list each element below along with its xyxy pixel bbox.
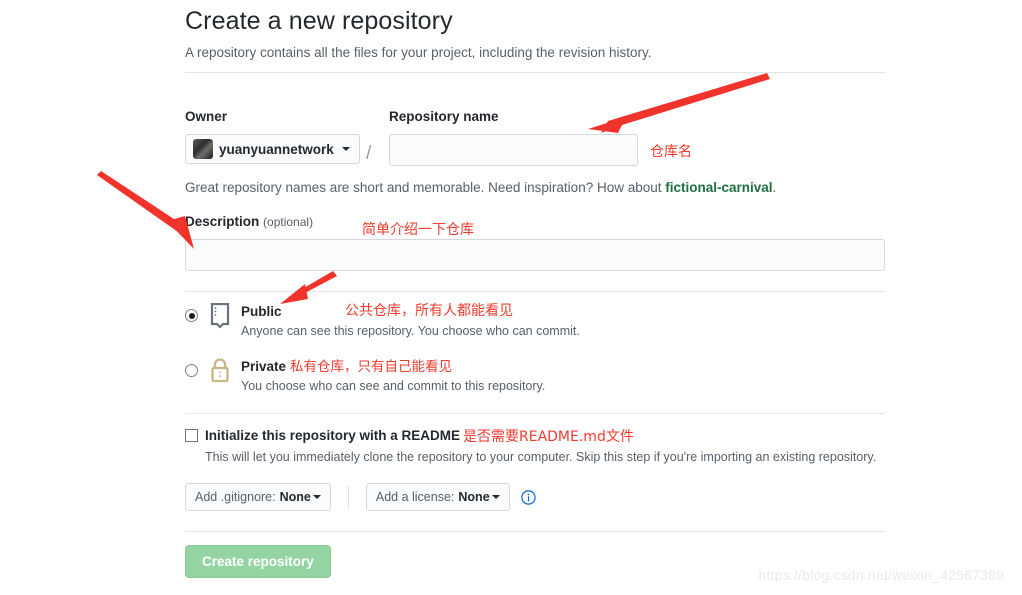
watermark: https://blog.csdn.net/weixin_42567389 (758, 567, 1004, 583)
gitignore-value: None (279, 490, 311, 504)
create-repository-button[interactable]: Create repository (185, 545, 331, 578)
owner-label: Owner (185, 109, 228, 124)
select-divider (347, 486, 349, 508)
visibility-public-body: Public Anyone can see this repository. Y… (241, 303, 885, 340)
page-subtitle: A repository contains all the files for … (185, 45, 652, 60)
radio-private[interactable] (185, 364, 198, 377)
arrow-to-description (97, 171, 194, 249)
annotation-public: 公共仓库，所有人都能看见 (345, 303, 513, 319)
owner-name-label: yuanyuannetwork (219, 141, 334, 157)
description-input[interactable] (185, 239, 885, 271)
description-label-text: Description (185, 214, 260, 229)
visibility-option-public[interactable]: Public Anyone can see this repository. Y… (185, 302, 885, 340)
repository-name-field-group: Repository name (389, 108, 638, 166)
license-value: None (458, 490, 490, 504)
divider-visibility (185, 413, 885, 414)
repo-icon (209, 302, 231, 331)
gitignore-dropdown[interactable]: Add .gitignore: None (185, 483, 331, 511)
owner-dropdown[interactable]: yuanyuannetwork (185, 134, 360, 164)
annotation-readme: 是否需要README.md文件 (463, 429, 634, 445)
description-label: Description (optional) (185, 214, 313, 229)
repository-name-hint: Great repository names are short and mem… (185, 178, 776, 198)
divider-actions (185, 531, 885, 532)
path-separator: / (366, 143, 372, 164)
license-dropdown[interactable]: Add a license: None (365, 483, 510, 511)
lock-icon (209, 358, 231, 386)
divider-description (185, 291, 885, 292)
annotation-private: 私有仓库，只有自己能看见 (290, 359, 452, 375)
avatar (193, 139, 213, 159)
radio-public[interactable] (185, 309, 198, 322)
readme-label[interactable]: Initialize this repository with a README (205, 427, 460, 445)
readme-checkbox[interactable] (185, 429, 198, 442)
repository-name-input[interactable] (389, 134, 638, 166)
hint-suffix-text: . (772, 180, 777, 195)
chevron-down-icon (491, 495, 500, 499)
readme-description: This will let you immediately clone the … (205, 450, 877, 464)
license-label: Add a license: (375, 490, 455, 504)
owner-field-group: Owner yuanyuannetwork (185, 108, 380, 164)
template-selects-row: Add .gitignore: None Add a license: None (185, 483, 536, 511)
info-icon[interactable] (520, 489, 536, 505)
page-title: Create a new repository (185, 7, 453, 35)
arrow-to-public-option (280, 271, 337, 304)
hint-prefix-text: Great repository names are short and mem… (185, 180, 666, 195)
suggested-name-link[interactable]: fictional-carnival (665, 180, 772, 195)
annotation-description: 简单介绍一下仓库 (362, 222, 474, 238)
chevron-down-icon (341, 147, 350, 151)
gitignore-label: Add .gitignore: (195, 490, 276, 504)
description-optional-text: (optional) (263, 215, 314, 229)
divider-header (185, 72, 885, 73)
visibility-public-description: Anyone can see this repository. You choo… (241, 324, 580, 338)
page-header-block: Create a new repository A repository con… (185, 0, 885, 63)
repository-name-label: Repository name (389, 109, 499, 124)
annotation-repository-name: 仓库名 (650, 144, 692, 160)
visibility-private-description: You choose who can see and commit to thi… (241, 379, 546, 393)
chevron-down-icon (312, 495, 321, 499)
visibility-public-title: Public (241, 304, 282, 319)
